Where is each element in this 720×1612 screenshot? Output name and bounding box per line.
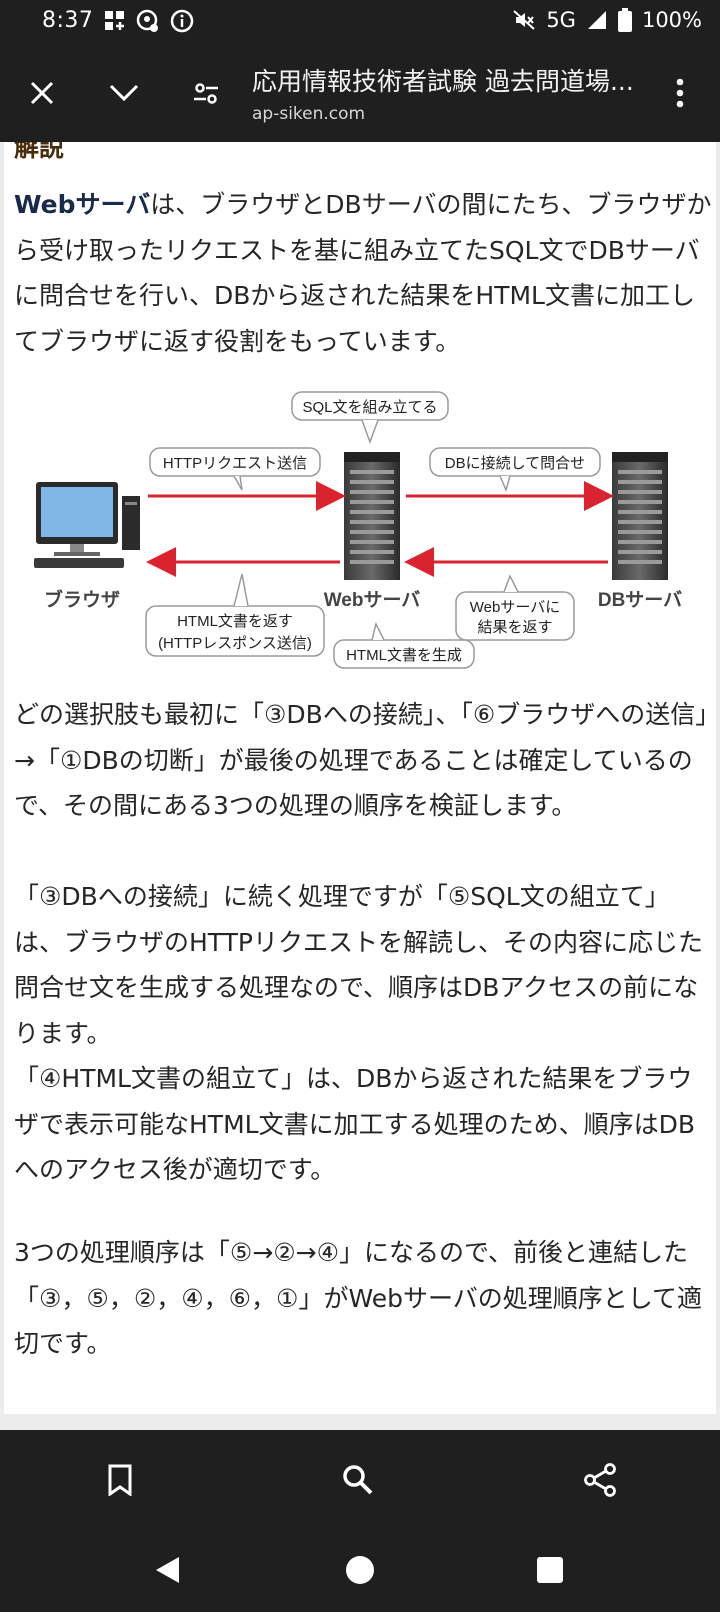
pc-icon [34,482,140,568]
web-server-diagram: SQL文を組み立てる HTTPリクエスト送信 DBに接続して問合せ HTML文書… [4,386,716,676]
diagram-svg: SQL文を組み立てる HTTPリクエスト送信 DBに接続して問合せ HTML文書… [34,391,682,669]
more-menu-button[interactable] [658,71,702,115]
network-label: 5G [546,8,576,32]
label-web-result-2: 結果を返す [477,619,552,636]
chevron-down-icon [109,84,139,102]
page-title: 応用情報技術者試験 過去問道場... [252,67,634,96]
label-web-result-1: Webサーバに [470,599,560,616]
nav-home-button[interactable] [338,1548,382,1592]
db-server-icon [612,452,668,580]
label-sql: SQL文を組み立てる [302,399,437,416]
status-right: 5G 100% [512,8,702,32]
share-button[interactable] [578,1458,622,1502]
home-circle-icon [346,1556,374,1584]
minimize-button[interactable] [102,71,146,115]
battery-label: 100% [641,8,702,32]
close-icon [30,81,54,105]
section-heading: 解説 [14,142,65,162]
label-html-gen: HTML文書を生成 [346,647,462,664]
recents-square-icon [537,1557,563,1583]
paragraph-2: どの選択肢も最初に「③DBへの接続」、「⑥ブラウザへの送信」→「①DBの切断」が… [14,700,708,820]
label-browser: ブラウザ [44,588,120,611]
intro-paragraph: Webサーバは、ブラウザとDBサーバの間にたち、ブラウザから受け取ったリクエスト… [14,182,712,364]
nav-back-button[interactable] [146,1548,190,1592]
apps-icon [105,11,124,30]
share-icon [584,1463,616,1497]
close-button[interactable] [20,71,64,115]
search-icon [343,1465,373,1495]
paragraph-4: 「④HTML文書の組立て」は、DBから返された結果をブラウザで表示可能なHTML… [14,1064,695,1184]
bookmark-button[interactable] [98,1458,142,1502]
signal-icon [587,11,606,29]
label-db-connect: DBに接続して問合せ [445,455,585,472]
custom-tab-toolbar: 応用情報技術者試験 過去問道場... ap-siken.com [0,44,720,142]
label-dbserver: DBサーバ [598,589,682,611]
label-html-return-2: (HTTPレスポンス送信) [158,635,312,652]
web-server-icon [344,452,400,580]
paragraph-5: 3つの処理順序は「⑤→②→④」になるので、前後と連結した「③，⑤，②，④，⑥，①… [14,1238,702,1358]
label-webserver: Webサーバ [324,589,421,611]
page-settings-button[interactable] [184,71,228,115]
notification-icons [104,9,194,33]
status-bar: 8:37 5G 100% [0,0,720,44]
page-content: 解説 Webサーバは、ブラウザとDBサーバの間にたち、ブラウザから受け取ったリク… [4,142,716,1414]
label-html-return-1: HTML文書を返す [177,613,293,630]
paragraph-3: 「③DBへの接続」に続く処理ですが「⑤SQL文の組立て」は、ブラウザのHTTPリ… [14,882,703,1048]
page-url: ap-siken.com [252,104,366,124]
status-time: 8:37 [42,8,94,33]
more-vert-icon [676,78,684,108]
back-triangle-icon [156,1557,179,1583]
info-icon [170,9,194,33]
battery-icon [617,8,632,32]
intro-bold-term: Webサーバ [14,190,151,219]
mute-icon [513,10,535,30]
bookmark-icon [108,1464,132,1496]
search-button[interactable] [336,1458,380,1502]
nav-recents-button[interactable] [528,1548,572,1592]
tune-icon [194,83,218,104]
label-http-request: HTTPリクエスト送信 [163,455,307,472]
assistant-icon [136,9,158,32]
bottom-bar [0,1430,720,1612]
content-separator [0,1414,720,1430]
